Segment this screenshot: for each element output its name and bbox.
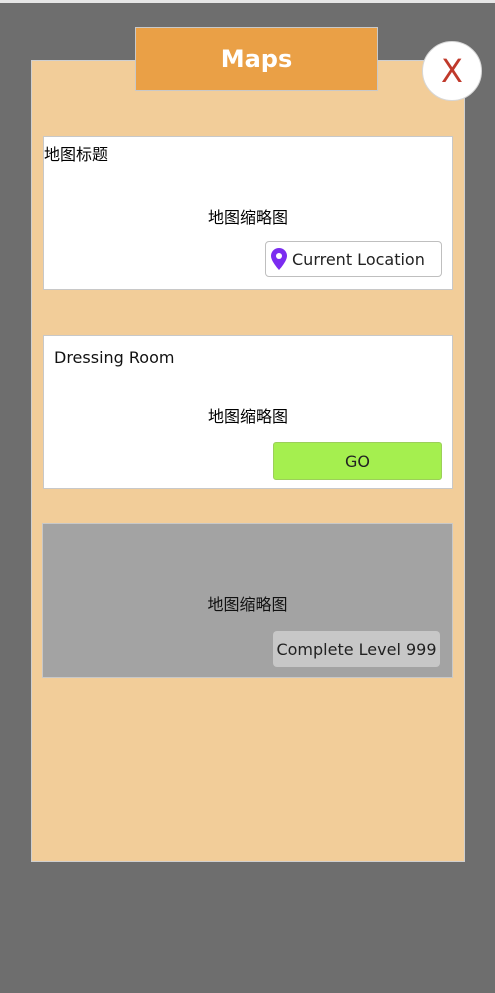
map-card-2[interactable]: Dressing Room 地图缩略图 GO (43, 335, 453, 489)
go-button[interactable]: GO (273, 442, 442, 480)
current-location-button[interactable]: Current Location (265, 241, 442, 277)
panel-title: Maps (220, 45, 293, 73)
map-pin-icon (266, 248, 292, 270)
locked-level-requirement: Complete Level 999 (273, 631, 440, 667)
map-thumbnail-label: 地图缩略图 (207, 208, 288, 227)
current-location-label: Current Location (292, 249, 425, 269)
top-strip (0, 0, 495, 3)
map-thumbnail-label: 地图缩略图 (207, 407, 288, 426)
map-card-title: Dressing Room (54, 348, 175, 367)
map-thumbnail-label: 地图缩略图 (207, 595, 288, 614)
map-card-3-locked: 地图缩略图 Complete Level 999 (42, 523, 453, 678)
close-button[interactable]: X (422, 41, 482, 101)
map-card-1[interactable]: 地图标题 地图缩略图 Current Location (43, 136, 453, 290)
close-icon: X (441, 52, 463, 90)
locked-level-label: Complete Level 999 (276, 639, 437, 659)
map-card-title: 地图标题 (44, 145, 109, 164)
go-button-label: GO (345, 451, 370, 471)
panel-title-tab: Maps (135, 27, 378, 91)
